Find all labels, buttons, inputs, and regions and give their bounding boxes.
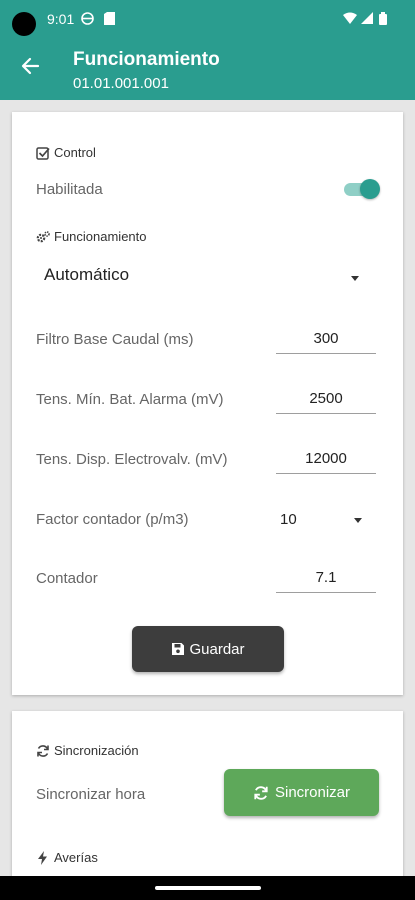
tension-electrovalvula-label: Tens. Disp. Electrovalv. (mV) [36, 451, 228, 468]
back-arrow-icon[interactable] [18, 54, 42, 78]
contador-label: Contador [36, 570, 98, 587]
navigation-bar [0, 876, 415, 900]
gears-icon [36, 230, 50, 242]
save-button[interactable]: Guardar [132, 626, 284, 672]
sync-section-header: Sincronización [36, 743, 139, 758]
averias-section-title: Averías [54, 850, 98, 865]
toggle-thumb [360, 179, 380, 199]
sync-icon [37, 744, 49, 757]
status-time: 9:01 [47, 11, 75, 27]
sync-section-title: Sincronización [54, 743, 139, 758]
vpn-icon [81, 12, 94, 28]
lightning-icon [38, 850, 47, 865]
filtro-base-caudal-input[interactable]: 300 [276, 330, 376, 354]
save-button-label: Guardar [189, 640, 245, 658]
wifi-icon [343, 12, 357, 27]
control-section-title: Control [54, 145, 96, 160]
habilitada-toggle[interactable] [344, 179, 380, 199]
sincronizar-hora-label: Sincronizar hora [36, 786, 146, 803]
checkbox-icon [36, 146, 50, 160]
funcionamiento-section-title: Funcionamiento [54, 229, 147, 244]
save-icon [172, 643, 185, 655]
chevron-down-icon [351, 276, 359, 281]
filtro-base-caudal-label: Filtro Base Caudal (ms) [36, 331, 194, 348]
page-title: Funcionamiento [73, 49, 220, 70]
contador-input[interactable]: 7.1 [276, 569, 376, 593]
averias-section-header: Averías [36, 850, 98, 865]
habilitada-label: Habilitada [36, 181, 103, 198]
mode-select[interactable]: Automático [44, 265, 374, 295]
chevron-down-icon [354, 518, 362, 523]
sync-button[interactable]: Sincronizar [224, 769, 379, 816]
battery-icon [379, 12, 387, 28]
camera-cutout [12, 12, 36, 36]
factor-contador-label: Factor contador (p/m3) [36, 511, 189, 528]
app-bar: 9:01 Funcionamiento 01.01.001.001 [0, 0, 415, 100]
factor-contador-select[interactable]: 10 [276, 508, 376, 532]
signal-icon [361, 12, 373, 27]
page-subtitle: 01.01.001.001 [73, 75, 169, 92]
sync-card: Sincronización Sincronizar hora Sincroni… [12, 711, 403, 900]
tension-min-bateria-label: Tens. Mín. Bat. Alarma (mV) [36, 391, 224, 408]
tension-electrovalvula-input[interactable]: 12000 [276, 450, 376, 474]
sync-icon [254, 785, 268, 800]
funcionamiento-section-header: Funcionamiento [36, 229, 147, 244]
home-gesture-handle[interactable] [155, 886, 261, 890]
factor-contador-value: 10 [280, 511, 297, 528]
status-bar: 9:01 [0, 0, 415, 38]
sim-icon [104, 12, 115, 28]
tension-min-bateria-input[interactable]: 2500 [276, 390, 376, 414]
sync-button-label: Sincronizar [274, 784, 351, 801]
control-section-header: Control [36, 145, 96, 160]
config-card: Control Habilitada Funcionamiento Automá… [12, 112, 403, 695]
mode-select-value: Automático [44, 265, 130, 284]
